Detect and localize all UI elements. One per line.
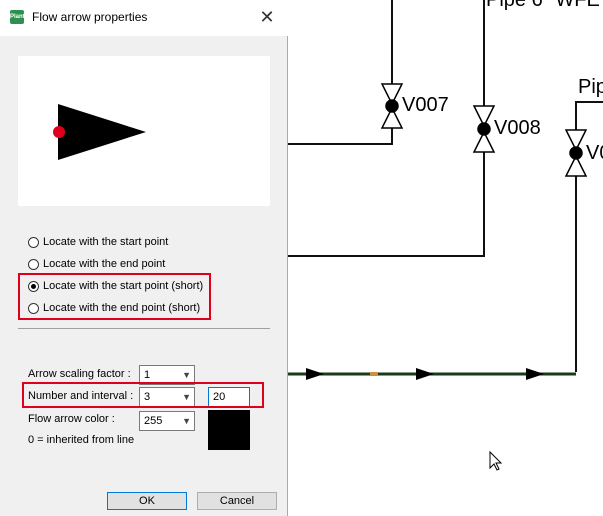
radio-locate-start[interactable]: Locate with the start point (28, 234, 168, 250)
flow-color-label: Flow arrow color : (28, 413, 115, 425)
app-icon: Plant (10, 10, 25, 24)
highlight-box-short-options (18, 273, 211, 320)
pipe-label-right: Pip (578, 76, 603, 98)
title-bar[interactable]: Plant Flow arrow properties ✕ (0, 0, 288, 36)
preview-arrow-shape (58, 104, 146, 160)
valve-symbol-v009[interactable] (564, 129, 588, 177)
close-icon[interactable]: ✕ (252, 4, 282, 30)
flow-arrow-2 (416, 368, 434, 380)
combo-value: 255 (144, 415, 163, 427)
arrow-preview (18, 56, 270, 206)
flow-color-swatch[interactable] (208, 410, 250, 450)
preview-locate-point (53, 126, 65, 138)
flow-arrow-properties-dialog: Plant Flow arrow properties ✕ Locate wit… (0, 0, 288, 516)
radio-button[interactable] (28, 258, 39, 270)
pipe-label-top: Pipe 6" WFE (486, 0, 600, 11)
dialog-title: Flow arrow properties (32, 10, 148, 24)
valve-label-v009: V0 (586, 142, 603, 164)
radio-locate-end[interactable]: Locate with the end point (28, 256, 165, 272)
radio-label: Locate with the start point (43, 236, 169, 248)
radio-button[interactable] (28, 236, 39, 248)
arrow-scaling-label: Arrow scaling factor : (28, 368, 131, 380)
valve-label-v007: V007 (402, 94, 449, 116)
highlight-box-number-interval (22, 382, 264, 408)
valve-label-v008: V008 (494, 117, 541, 139)
arrow-preview-graphic (53, 104, 146, 160)
mouse-cursor-icon (489, 450, 503, 471)
flow-color-combo[interactable]: 255 ▼ (139, 411, 195, 431)
radio-label: Locate with the end point (43, 258, 166, 270)
flow-arrow-3 (526, 368, 544, 380)
cancel-button[interactable]: Cancel (197, 492, 277, 510)
ok-button[interactable]: OK (107, 492, 187, 510)
valve-symbol-v008[interactable] (472, 105, 496, 153)
chevron-down-icon[interactable]: ▼ (182, 412, 191, 430)
flow-arrow-marker (370, 372, 378, 375)
pipe-lines (288, 0, 603, 376)
separator (18, 328, 270, 329)
flow-arrow-1 (306, 368, 324, 380)
combo-value: 1 (144, 369, 151, 381)
inherited-note: 0 = inherited from line (28, 434, 135, 446)
pipe-v007 (288, 0, 393, 145)
valve-symbol-v007[interactable] (380, 83, 404, 129)
